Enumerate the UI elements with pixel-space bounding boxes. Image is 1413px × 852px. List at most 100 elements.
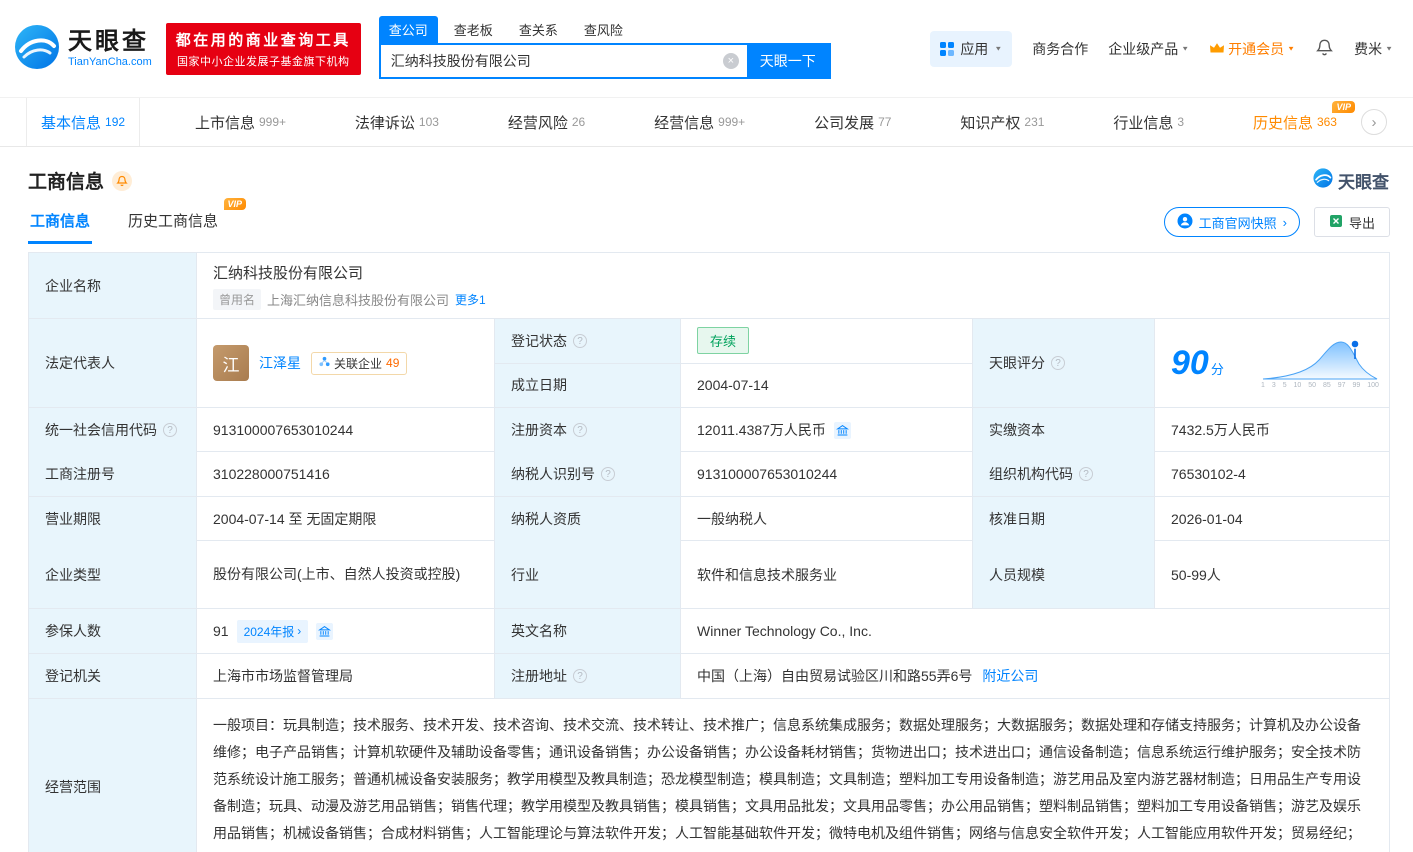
- credit-code-label: 统一社会信用代码 ?: [29, 408, 197, 452]
- notification-bell-icon[interactable]: [1315, 38, 1334, 60]
- monitor-bell-icon[interactable]: [112, 170, 133, 191]
- search-tab-boss[interactable]: 查老板: [444, 16, 503, 43]
- section-title: 工商信息: [28, 172, 105, 193]
- help-icon[interactable]: ?: [1079, 467, 1093, 481]
- reg-number-label: 工商注册号: [29, 452, 197, 496]
- approval-date-label: 核准日期: [973, 497, 1155, 541]
- search-tab-risk[interactable]: 查风险: [574, 16, 633, 43]
- search-input[interactable]: [380, 44, 747, 77]
- tab-legal-litigation[interactable]: 法律诉讼 103: [341, 98, 453, 146]
- registry-label: 登记机关: [29, 654, 197, 698]
- tab-industry-info[interactable]: 行业信息 3: [1099, 98, 1198, 146]
- company-name-value: 汇纳科技股份有限公司 曾用名 上海汇纳信息科技股份有限公司 更多1: [197, 253, 1389, 318]
- legal-rep-avatar[interactable]: 江: [213, 345, 249, 381]
- status-badge: 存续: [697, 327, 750, 355]
- reg-number-value: 310228000751416: [197, 452, 495, 496]
- apps-button[interactable]: 应用 ▼: [930, 30, 1013, 67]
- related-companies-badge[interactable]: 关联企业 49: [311, 351, 408, 375]
- tab-label: 知识产权: [960, 114, 1021, 132]
- tab-label: 历史信息: [1252, 114, 1313, 132]
- caret-down-icon: ▼: [1385, 44, 1393, 53]
- credit-code-value: 913100007653010244: [197, 408, 495, 452]
- username-label: 费米: [1354, 40, 1383, 57]
- menu-open-vip[interactable]: 开通会员 ▼: [1209, 39, 1295, 59]
- promo-line2: 国家中小企业发展子基金旗下机构: [177, 55, 350, 68]
- business-term-value: 2004-07-14 至 无固定期限: [197, 497, 495, 541]
- search-tab-company[interactable]: 查公司: [378, 15, 438, 43]
- user-menu[interactable]: 费米 ▼: [1354, 39, 1393, 59]
- tab-count: 192: [105, 115, 126, 129]
- tab-operation-info[interactable]: 经营信息 999+: [640, 98, 759, 146]
- tab-count: 363: [1316, 115, 1337, 129]
- annual-report-badge[interactable]: 2024年报 ›: [236, 619, 309, 643]
- tab-intellectual-property[interactable]: 知识产权 231: [946, 98, 1058, 146]
- insured-trend-icon[interactable]: [316, 622, 334, 640]
- export-button[interactable]: 导出: [1313, 207, 1390, 237]
- tianyancha-logo[interactable]: 天眼查 TianYanCha.com: [14, 24, 152, 73]
- search-button[interactable]: 天眼一下: [746, 44, 829, 77]
- help-icon[interactable]: ?: [601, 467, 615, 481]
- business-term-label: 营业期限: [29, 497, 197, 541]
- arrow-right-icon: ›: [297, 624, 302, 638]
- search-tab-relation[interactable]: 查关系: [509, 16, 568, 43]
- tab-company-development[interactable]: 公司发展 77: [800, 98, 905, 146]
- search-clear-icon[interactable]: ×: [722, 52, 739, 69]
- more-former-names-link[interactable]: 更多1: [455, 291, 486, 308]
- related-companies-count: 49: [386, 356, 400, 370]
- tab-listing-info[interactable]: 上市信息 999+: [181, 98, 300, 146]
- subtab-history-business-info[interactable]: 历史工商信息 VIP: [126, 198, 247, 244]
- help-icon[interactable]: ?: [1051, 356, 1065, 370]
- tab-count: 999+: [718, 115, 746, 129]
- establish-date-label: 成立日期: [495, 363, 681, 407]
- former-name-text: 上海汇纳信息科技股份有限公司: [267, 292, 450, 308]
- menu-enterprise-products[interactable]: 企业级产品 ▼: [1108, 39, 1189, 59]
- tab-label: 经营风险: [507, 114, 568, 132]
- reg-capital-value: 12011.4387万人民币: [681, 408, 973, 452]
- nav-scroll-right-icon[interactable]: ›: [1361, 109, 1387, 135]
- caret-down-icon: ▼: [1181, 44, 1190, 53]
- english-name-label: 英文名称: [495, 609, 681, 653]
- company-name-text: 汇纳科技股份有限公司: [213, 264, 364, 282]
- tab-history-info[interactable]: VIP 历史信息 363: [1239, 98, 1355, 146]
- search-box: × 天眼一下: [378, 42, 831, 79]
- help-icon[interactable]: ?: [573, 423, 587, 437]
- tab-count: 26: [571, 115, 586, 129]
- caret-down-icon: ▼: [994, 44, 1003, 53]
- official-snapshot-button[interactable]: 工商官网快照 ›: [1163, 207, 1300, 237]
- staff-size-label: 人员规模: [973, 541, 1155, 608]
- menu-business-cooperation[interactable]: 商务合作: [1032, 39, 1088, 59]
- tab-operation-risk[interactable]: 经营风险 26: [494, 98, 599, 146]
- score-unit: 分: [1210, 361, 1224, 377]
- approval-date-value: 2026-01-04: [1171, 511, 1243, 527]
- tab-label: 行业信息: [1113, 114, 1174, 132]
- address-value: 中国（上海）自由贸易试验区川和路55弄6号 附近公司: [697, 666, 1039, 686]
- paid-capital-value: 7432.5万人民币: [1171, 422, 1270, 438]
- org-code-value: 76530102-4: [1171, 466, 1246, 482]
- info-row-company-name: 企业名称 汇纳科技股份有限公司 曾用名 上海汇纳信息科技股份有限公司 更多1: [29, 253, 1389, 319]
- watermark-logo: 天眼查: [1313, 168, 1389, 193]
- help-icon[interactable]: ?: [163, 423, 177, 437]
- tab-label: 经营信息: [654, 114, 715, 132]
- apps-label: 应用: [960, 40, 989, 57]
- score-axis-ticks: 1 3 5 10 50 85 97 99 100: [1261, 382, 1379, 389]
- header-actions: 应用 ▼ 商务合作 企业级产品 ▼ 开通会员 ▼ 费米 ▼: [930, 30, 1393, 67]
- address-label: 注册地址 ?: [495, 654, 681, 698]
- help-icon[interactable]: ?: [573, 669, 587, 683]
- tab-count: 999+: [258, 115, 286, 129]
- capital-trend-icon[interactable]: [833, 421, 851, 439]
- subtab-business-info[interactable]: 工商信息: [28, 200, 93, 244]
- help-icon[interactable]: ?: [573, 333, 587, 348]
- logo-subtitle: TianYanCha.com: [68, 55, 152, 68]
- promo-banner: 都在用的商业查询工具 国家中小企业发展子基金旗下机构: [165, 22, 361, 75]
- info-row-business-scope: 经营范围 一般项目：玩具制造；技术服务、技术开发、技术咨询、技术交流、技术转让、…: [29, 699, 1389, 852]
- top-bar: 天眼查 TianYanCha.com 都在用的商业查询工具 国家中小企业发展子基…: [0, 0, 1413, 97]
- legal-rep-name-link[interactable]: 江泽星: [259, 353, 301, 373]
- establish-date-value: 2004-07-14: [681, 363, 973, 407]
- nearby-companies-link[interactable]: 附近公司: [982, 666, 1038, 686]
- tab-count: 77: [878, 115, 892, 129]
- arrow-right-icon: ›: [1282, 214, 1287, 230]
- tab-basic-info[interactable]: 基本信息 192: [26, 98, 141, 146]
- info-row-reg-number: 工商注册号 310228000751416 纳税人识别号 ? 913100007…: [29, 452, 1389, 497]
- taxpayer-quality-value: 一般纳税人: [681, 497, 973, 541]
- company-type-label: 企业类型: [29, 541, 197, 608]
